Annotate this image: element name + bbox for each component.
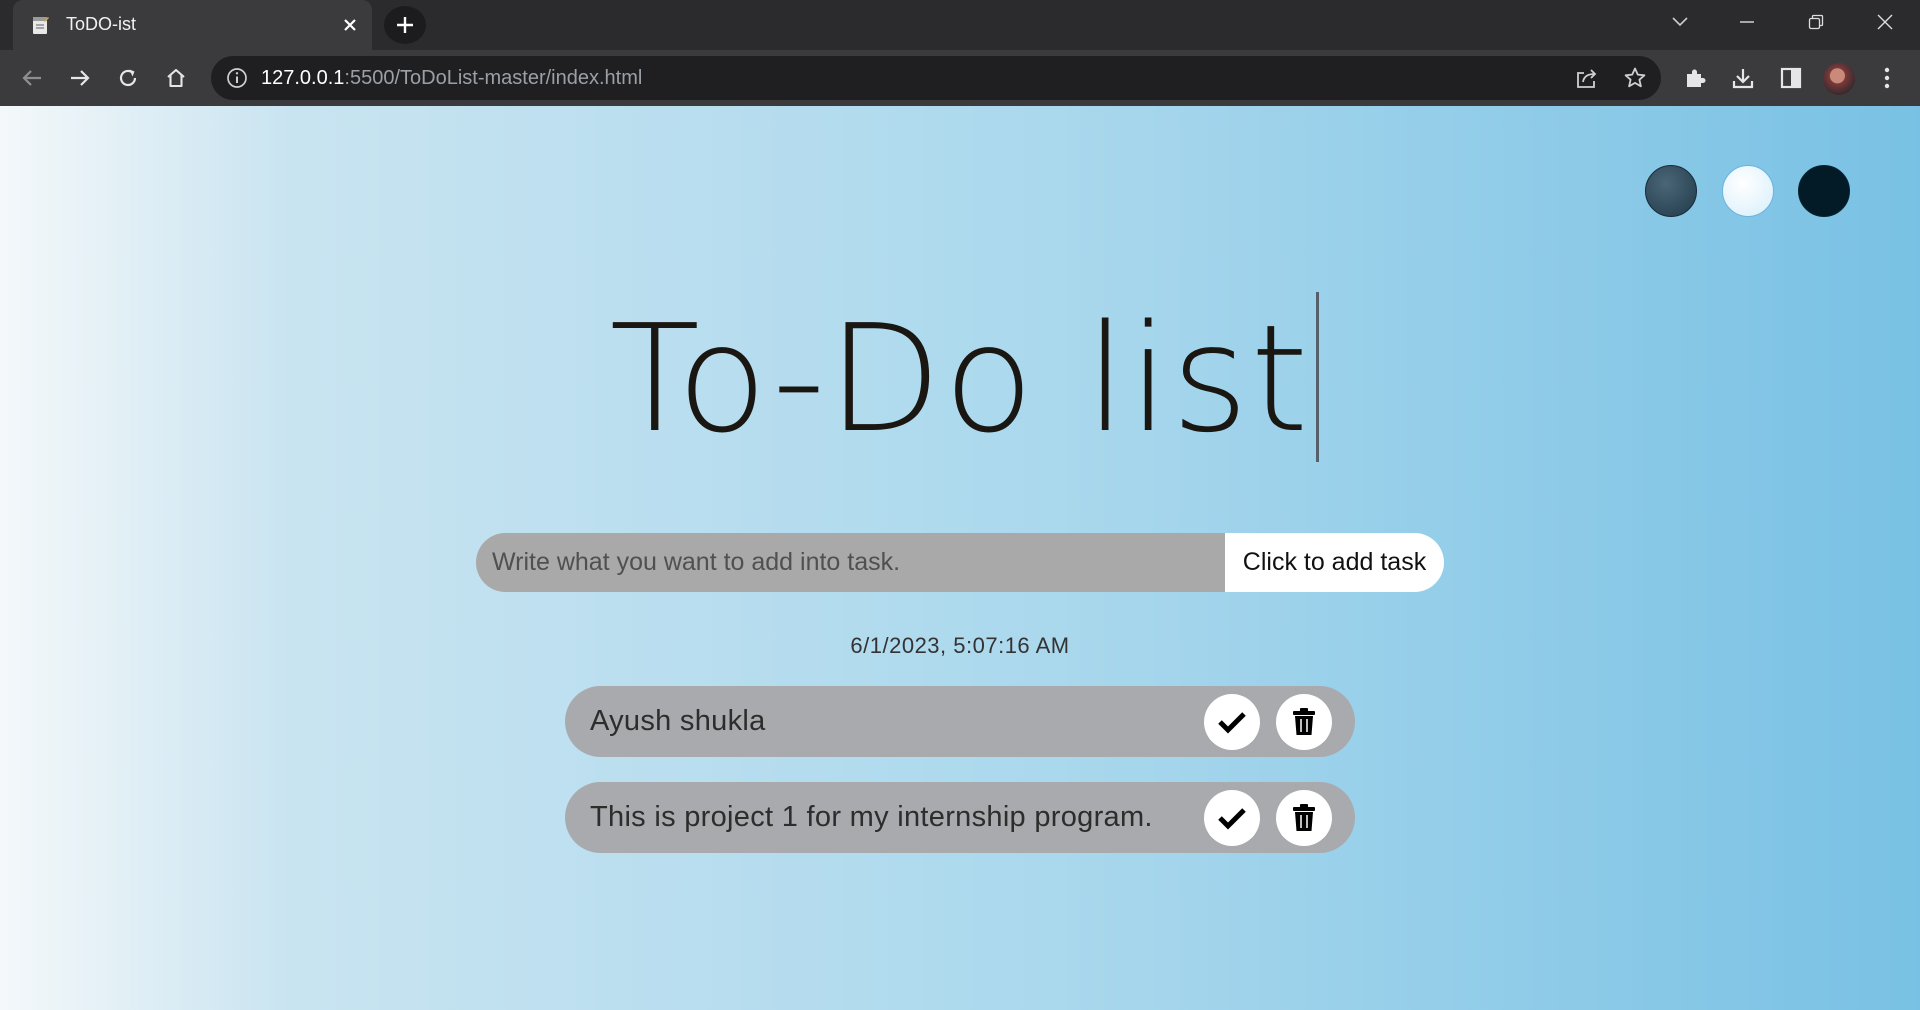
task-text: This is project 1 for my internship prog…	[590, 801, 1153, 833]
task-item: Ayush shukla	[565, 686, 1355, 757]
tab-search-chevron-icon[interactable]	[1660, 6, 1700, 38]
minimize-icon[interactable]	[1727, 6, 1767, 38]
browser-tab[interactable]: ToDO-ist	[13, 0, 372, 50]
trash-icon	[1293, 804, 1315, 831]
back-arrow-icon[interactable]	[14, 60, 50, 96]
theme-light-button[interactable]	[1722, 165, 1774, 217]
check-icon	[1218, 808, 1246, 830]
extensions-puzzle-icon[interactable]	[1677, 60, 1713, 96]
tab-strip: ToDO-ist	[0, 0, 1920, 50]
theme-standard-button[interactable]	[1645, 165, 1697, 217]
new-tab-button[interactable]	[384, 6, 426, 44]
datetime-display: 6/1/2023, 5:07:16 AM	[850, 633, 1070, 658]
share-icon[interactable]	[1572, 64, 1602, 92]
url-text: 127.0.0.1:5500/ToDoList-master/index.htm…	[261, 67, 642, 90]
url-host: 127.0.0.1	[261, 67, 345, 89]
reload-icon[interactable]	[110, 60, 146, 96]
download-icon[interactable]	[1725, 60, 1761, 96]
bookmark-star-icon[interactable]	[1620, 64, 1650, 92]
complete-task-button[interactable]	[1204, 694, 1260, 750]
forward-arrow-icon[interactable]	[62, 60, 98, 96]
tab-title: ToDO-ist	[66, 14, 137, 34]
address-bar[interactable]: 127.0.0.1:5500/ToDoList-master/index.htm…	[211, 56, 1661, 100]
add-task-button[interactable]: Click to add task	[1225, 533, 1444, 592]
tab-close-icon[interactable]	[337, 12, 363, 38]
delete-task-button[interactable]	[1276, 694, 1332, 750]
page-title: To-Do list	[609, 293, 1311, 465]
task-input[interactable]	[476, 533, 1225, 592]
url-path: :5500/ToDoList-master/index.html	[344, 67, 643, 89]
trash-icon	[1293, 708, 1315, 735]
complete-task-button[interactable]	[1204, 790, 1260, 846]
more-menu-icon[interactable]	[1869, 60, 1905, 96]
profile-avatar[interactable]	[1823, 63, 1855, 95]
site-info-icon[interactable]	[225, 66, 249, 90]
task-form: Click to add task	[476, 533, 1444, 592]
home-icon[interactable]	[158, 60, 194, 96]
task-text: Ayush shukla	[590, 705, 766, 737]
side-panel-icon[interactable]	[1773, 60, 1809, 96]
task-item: This is project 1 for my internship prog…	[565, 782, 1355, 853]
typing-cursor	[1316, 292, 1319, 462]
restore-icon[interactable]	[1796, 6, 1836, 38]
browser-toolbar: 127.0.0.1:5500/ToDoList-master/index.htm…	[0, 50, 1920, 106]
theme-darker-button[interactable]	[1798, 165, 1850, 217]
delete-task-button[interactable]	[1276, 790, 1332, 846]
page-content: To-Do list Click to add task 6/1/2023, 5…	[0, 106, 1920, 1010]
check-icon	[1218, 712, 1246, 734]
close-window-icon[interactable]	[1865, 6, 1905, 38]
notepad-favicon-icon	[33, 17, 49, 34]
